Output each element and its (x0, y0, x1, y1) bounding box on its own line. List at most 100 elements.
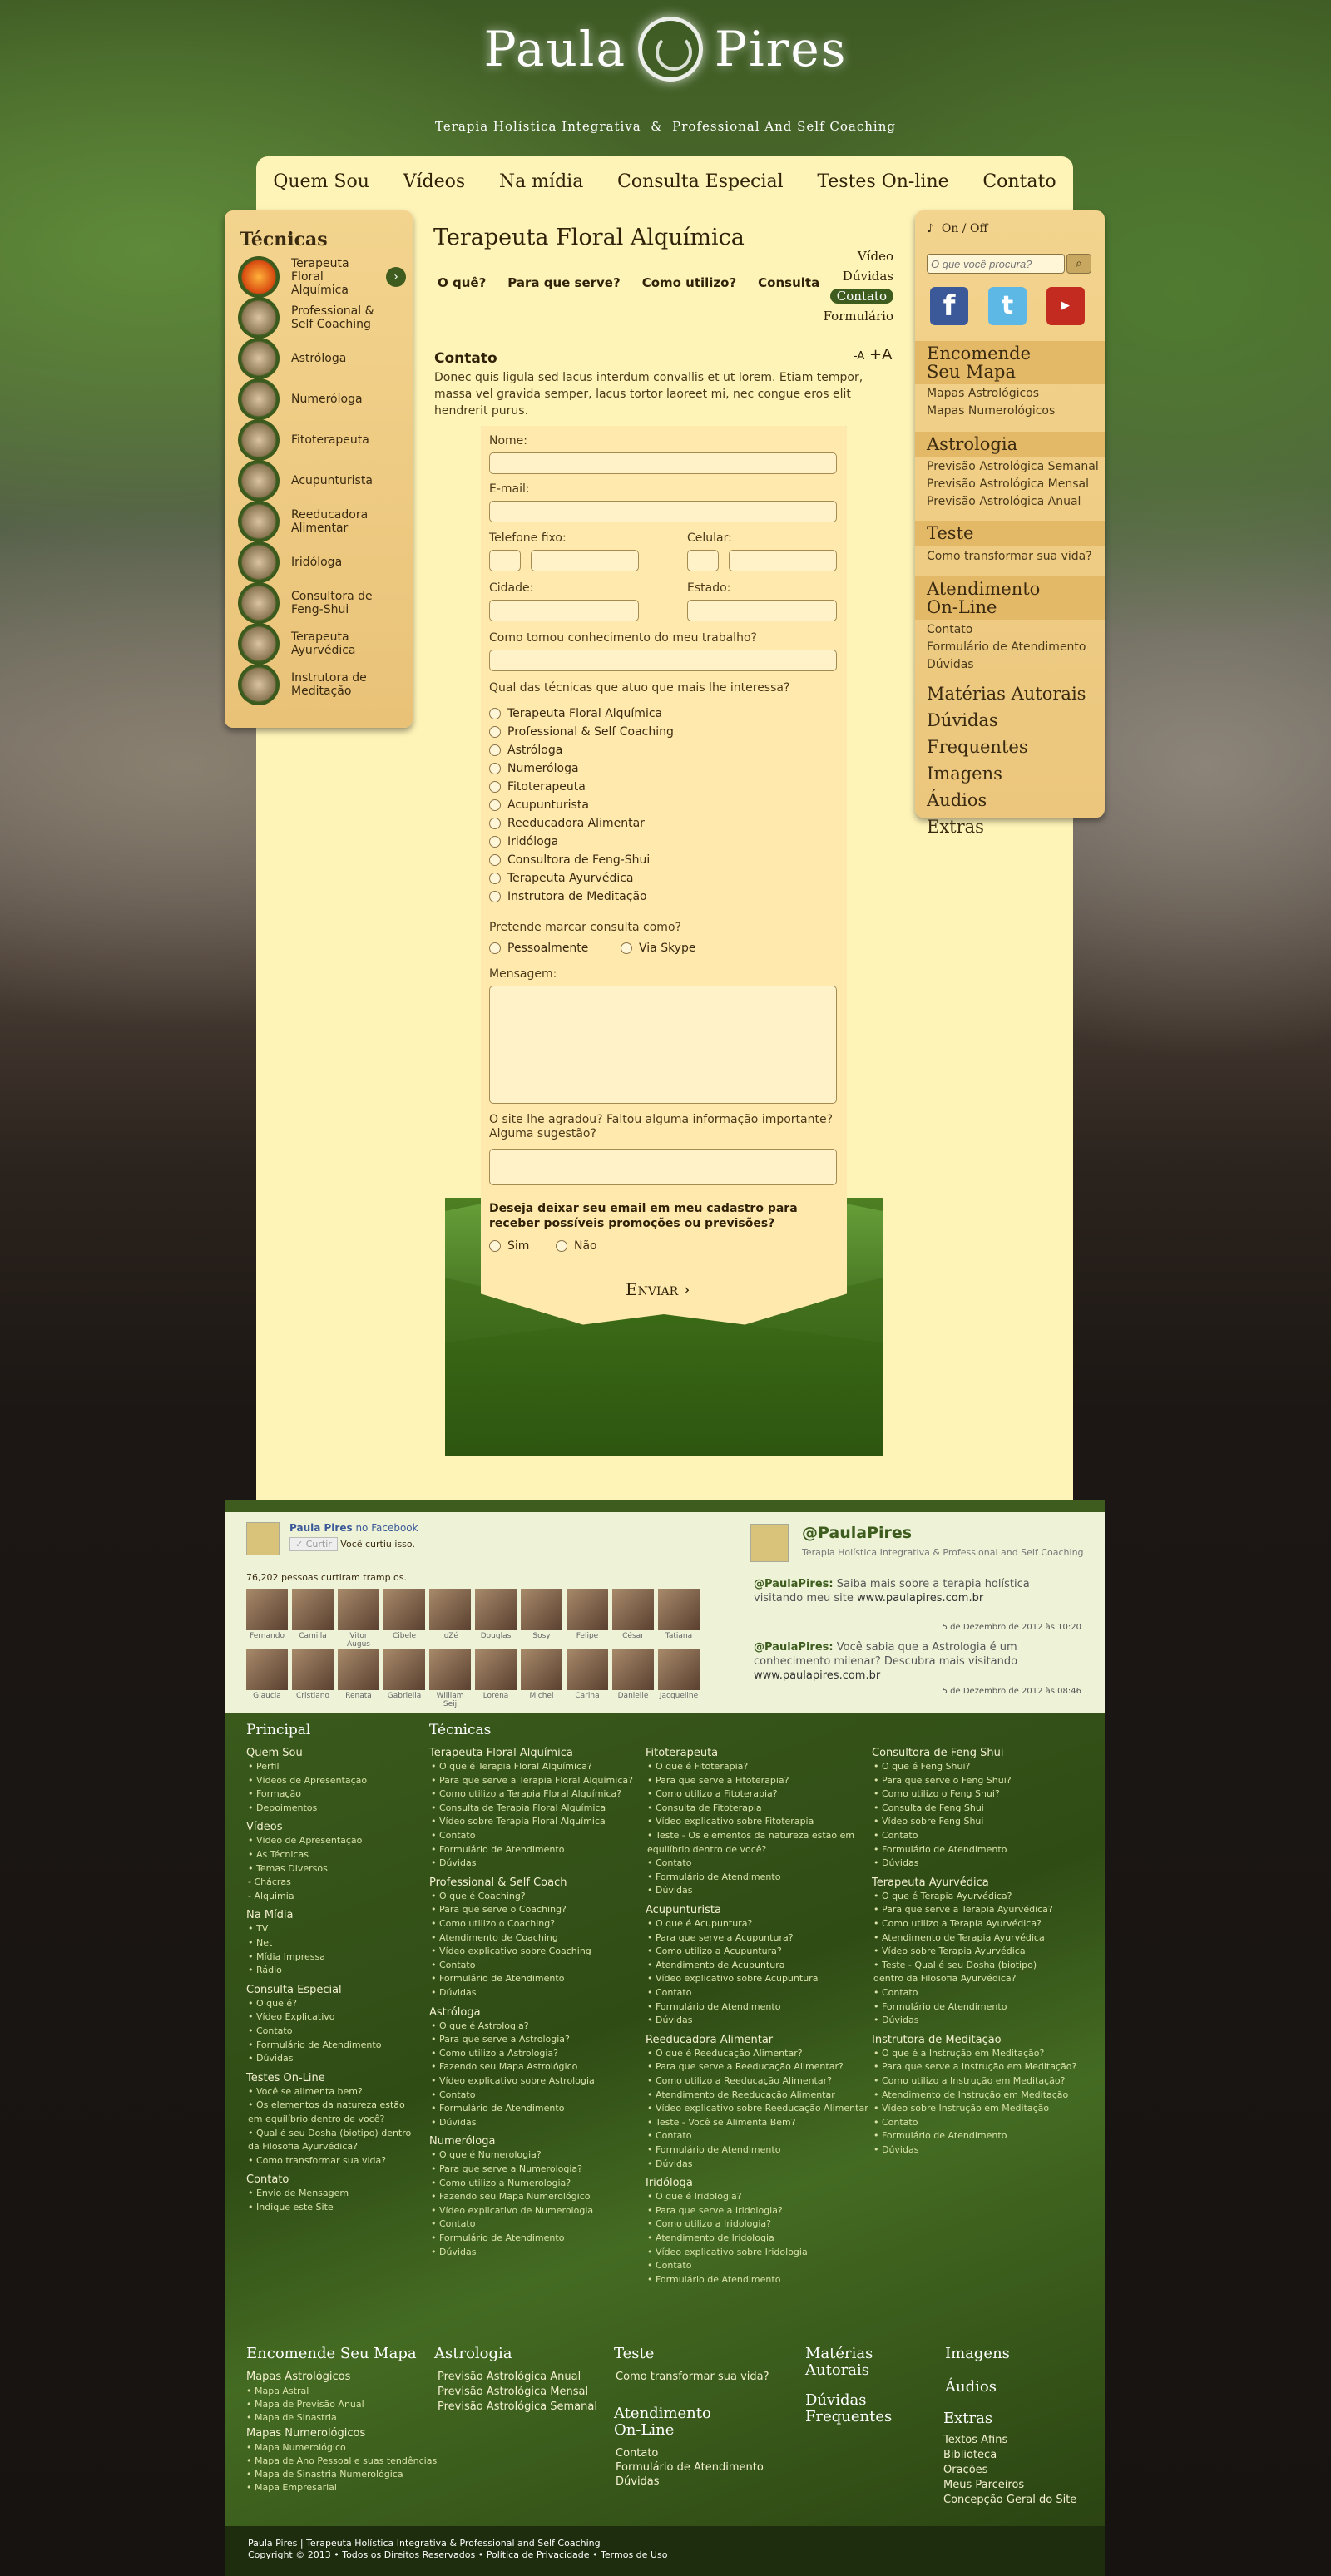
link-contato[interactable]: Contato (915, 621, 1086, 639)
footer-link[interactable]: • Como utilizo a Reeducação Alimentar? (647, 2075, 832, 2086)
footer-link[interactable]: • Vídeo explicativo sobre Reeducação Ali… (647, 2103, 868, 2114)
subnav-o-que[interactable]: O quê? (438, 275, 486, 290)
fan-name[interactable]: Carina (567, 1692, 608, 1700)
fan-avatar[interactable] (338, 1649, 379, 1690)
footer-link[interactable]: • Contato (647, 1987, 691, 1998)
footer-link[interactable]: • Vídeo explicativo sobre Acupuntura (647, 1973, 818, 1984)
footer-duvidas-title[interactable]: Dúvidas Frequentes (805, 2392, 913, 2425)
fan-avatar[interactable] (338, 1589, 379, 1630)
sidenav-contato[interactable]: Contato (829, 289, 893, 304)
radio-icon[interactable] (489, 818, 501, 829)
footer-link[interactable]: • Consulta de Fitoterapia (647, 1802, 762, 1813)
footer-link[interactable]: • Temas Diversos (248, 1863, 328, 1874)
footer-group-title[interactable]: Astróloga (429, 2006, 481, 2019)
tweet-link[interactable]: www.paulapires.com.br (857, 1592, 983, 1604)
footer-link[interactable]: • Formulário de Atendimento (647, 2274, 780, 2285)
footer-link[interactable]: • Para que serve a Terapia Floral Alquím… (431, 1775, 633, 1786)
tecnica-coaching[interactable]: Professional & Self Coaching (238, 297, 413, 339)
footer-link[interactable]: • O que é? (248, 1998, 297, 2009)
footer-link[interactable]: • Para que serve o Feng Shui? (873, 1775, 1012, 1786)
link-formulario[interactable]: Formulário de Atendimento (915, 639, 1086, 656)
sidenav-duvidas[interactable]: Dúvidas (782, 266, 893, 286)
footer-link[interactable]: • Como utilizo a Fitoterapia? (647, 1788, 778, 1799)
fan-avatar[interactable] (475, 1589, 517, 1630)
radio-tecnica[interactable]: Instrutora de Meditação (489, 890, 647, 903)
footer-link[interactable]: • Para que serve o Coaching? (431, 1904, 567, 1915)
footer-link[interactable]: • Como utilizo a Iridologia? (647, 2218, 771, 2229)
footer-mapas-astro[interactable]: Mapas Astrológicos (246, 2371, 350, 2383)
footer-link[interactable]: • Formulário de Atendimento (647, 2001, 780, 2012)
arrow-right-icon[interactable]: › (386, 267, 406, 287)
footer-link[interactable]: • Teste - Qual é seu Dosha (biotipo) (873, 1960, 1037, 1970)
radio-icon[interactable] (489, 708, 501, 719)
footer-link[interactable]: • Mapa de Ano Pessoal e suas tendências (246, 2455, 437, 2466)
footer-link[interactable]: • O que é a Instrução em Meditação? (873, 2048, 1044, 2059)
footer-atendimento-title[interactable]: Atendimento On-Line (614, 2405, 739, 2439)
footer-link[interactable]: • Mapa Astral (246, 2386, 309, 2396)
conhecimento-input[interactable] (489, 650, 837, 671)
footer-link[interactable]: • Contato (431, 1830, 475, 1841)
nav-videos[interactable]: Vídeos (403, 171, 466, 192)
footer-link[interactable]: • Como utilizo a Acupuntura? (647, 1946, 782, 1956)
radio-tecnica[interactable]: Terapeuta Floral Alquímica (489, 707, 662, 720)
fan-name[interactable]: Lorena (475, 1692, 517, 1700)
radio-sim[interactable]: Sim (489, 1239, 529, 1253)
footer-group-title[interactable]: Terapeuta Ayurvédica (872, 1876, 989, 1889)
footer-link[interactable]: • Como utilizo a Instrução em Meditação? (873, 2075, 1065, 2086)
footer-link[interactable]: • Atendimento de Acupuntura (647, 1960, 784, 1970)
fan-avatar[interactable] (658, 1589, 700, 1630)
footer-link[interactable]: • Vídeo explicativo sobre Iridologia (647, 2247, 808, 2257)
footer-link[interactable]: Previsão Astrológica Semanal (438, 2400, 597, 2413)
fan-name[interactable]: Jacqueline (658, 1692, 700, 1700)
tecnica-acupunturista[interactable]: Acupunturista (238, 460, 413, 502)
section-extras[interactable]: Extras (915, 813, 1105, 840)
footer-link[interactable]: • O que é Numerologia? (431, 2149, 542, 2160)
footer-link[interactable]: • Formulário de Atendimento (873, 2001, 1007, 2012)
footer-group-title[interactable]: Iridóloga (646, 2177, 693, 2189)
footer-link[interactable]: • Contato (647, 2130, 691, 2141)
audio-off[interactable]: Off (970, 222, 987, 235)
radio-icon[interactable] (489, 763, 501, 774)
footer-link[interactable]: • Consulta de Feng Shui (873, 1802, 984, 1813)
footer-link[interactable]: • Formulário de Atendimento (873, 1844, 1007, 1855)
footer-link[interactable]: • As Técnicas (248, 1849, 309, 1860)
section-materias[interactable]: Matérias Autorais (915, 680, 1105, 707)
footer-link[interactable]: da Filosofia Ayurvédica? (248, 2141, 358, 2152)
footer-link[interactable]: • Vídeo explicativo sobre Fitoterapia (647, 1816, 814, 1827)
footer-link[interactable]: • O que é Fitoterapia? (647, 1761, 748, 1772)
footer-link[interactable]: • O que é Feng Shui? (873, 1761, 970, 1772)
footer-link[interactable]: • Consulta de Terapia Floral Alquímica (431, 1802, 606, 1813)
footer-link[interactable]: • Formulário de Atendimento (248, 2040, 381, 2050)
footer-link[interactable]: • Contato (647, 1857, 691, 1868)
footer-group-title[interactable]: Quem Sou (246, 1747, 303, 1759)
fan-avatar[interactable] (475, 1649, 517, 1690)
fan-name[interactable]: Renata (338, 1692, 379, 1700)
mensagem-textarea[interactable] (489, 986, 837, 1104)
section-audios[interactable]: Áudios (915, 787, 1105, 813)
privacy-link[interactable]: Política de Privacidade (487, 2549, 590, 2560)
fan-avatar[interactable] (612, 1589, 654, 1630)
footer-link[interactable]: • Vídeo explicativo de Numerologia (431, 2205, 593, 2216)
footer-link[interactable]: • Vídeo explicativo sobre Coaching (431, 1946, 591, 1956)
fan-name[interactable]: Camilla (292, 1632, 334, 1640)
footer-link[interactable]: • Teste - Você se Alimenta Bem? (647, 2117, 796, 2128)
fan-avatar[interactable] (567, 1589, 608, 1630)
fan-avatar[interactable] (429, 1649, 471, 1690)
footer-link[interactable]: • Indique este Site (248, 2202, 334, 2213)
footer-link[interactable]: Textos Afins (943, 2434, 1007, 2446)
radio-icon[interactable] (489, 854, 501, 866)
footer-link[interactable]: • Dúvidas (431, 2117, 476, 2128)
fan-name[interactable]: Tatiana (658, 1632, 700, 1640)
footer-link[interactable]: • Vídeo sobre Terapia Floral Alquímica (431, 1816, 606, 1827)
footer-link[interactable]: • Contato (873, 2117, 918, 2128)
footer-link[interactable]: dentro da Filosofia Ayurvédica? (873, 1973, 1016, 1984)
footer-link[interactable]: • Atendimento de Reeducação Alimentar (647, 2089, 835, 2100)
footer-link[interactable]: • Formulário de Atendimento (431, 2103, 564, 2114)
footer-group-title[interactable]: Na Mídia (246, 1909, 293, 1921)
footer-link[interactable]: • Teste - Os elementos da natureza estão… (647, 1830, 854, 1841)
footer-link[interactable]: • Dúvidas (431, 1987, 476, 1998)
fan-name[interactable]: Fernando (246, 1632, 288, 1640)
email-input[interactable] (489, 501, 837, 522)
footer-link[interactable]: • TV (248, 1923, 268, 1934)
fan-name[interactable]: Cibele (383, 1632, 425, 1640)
